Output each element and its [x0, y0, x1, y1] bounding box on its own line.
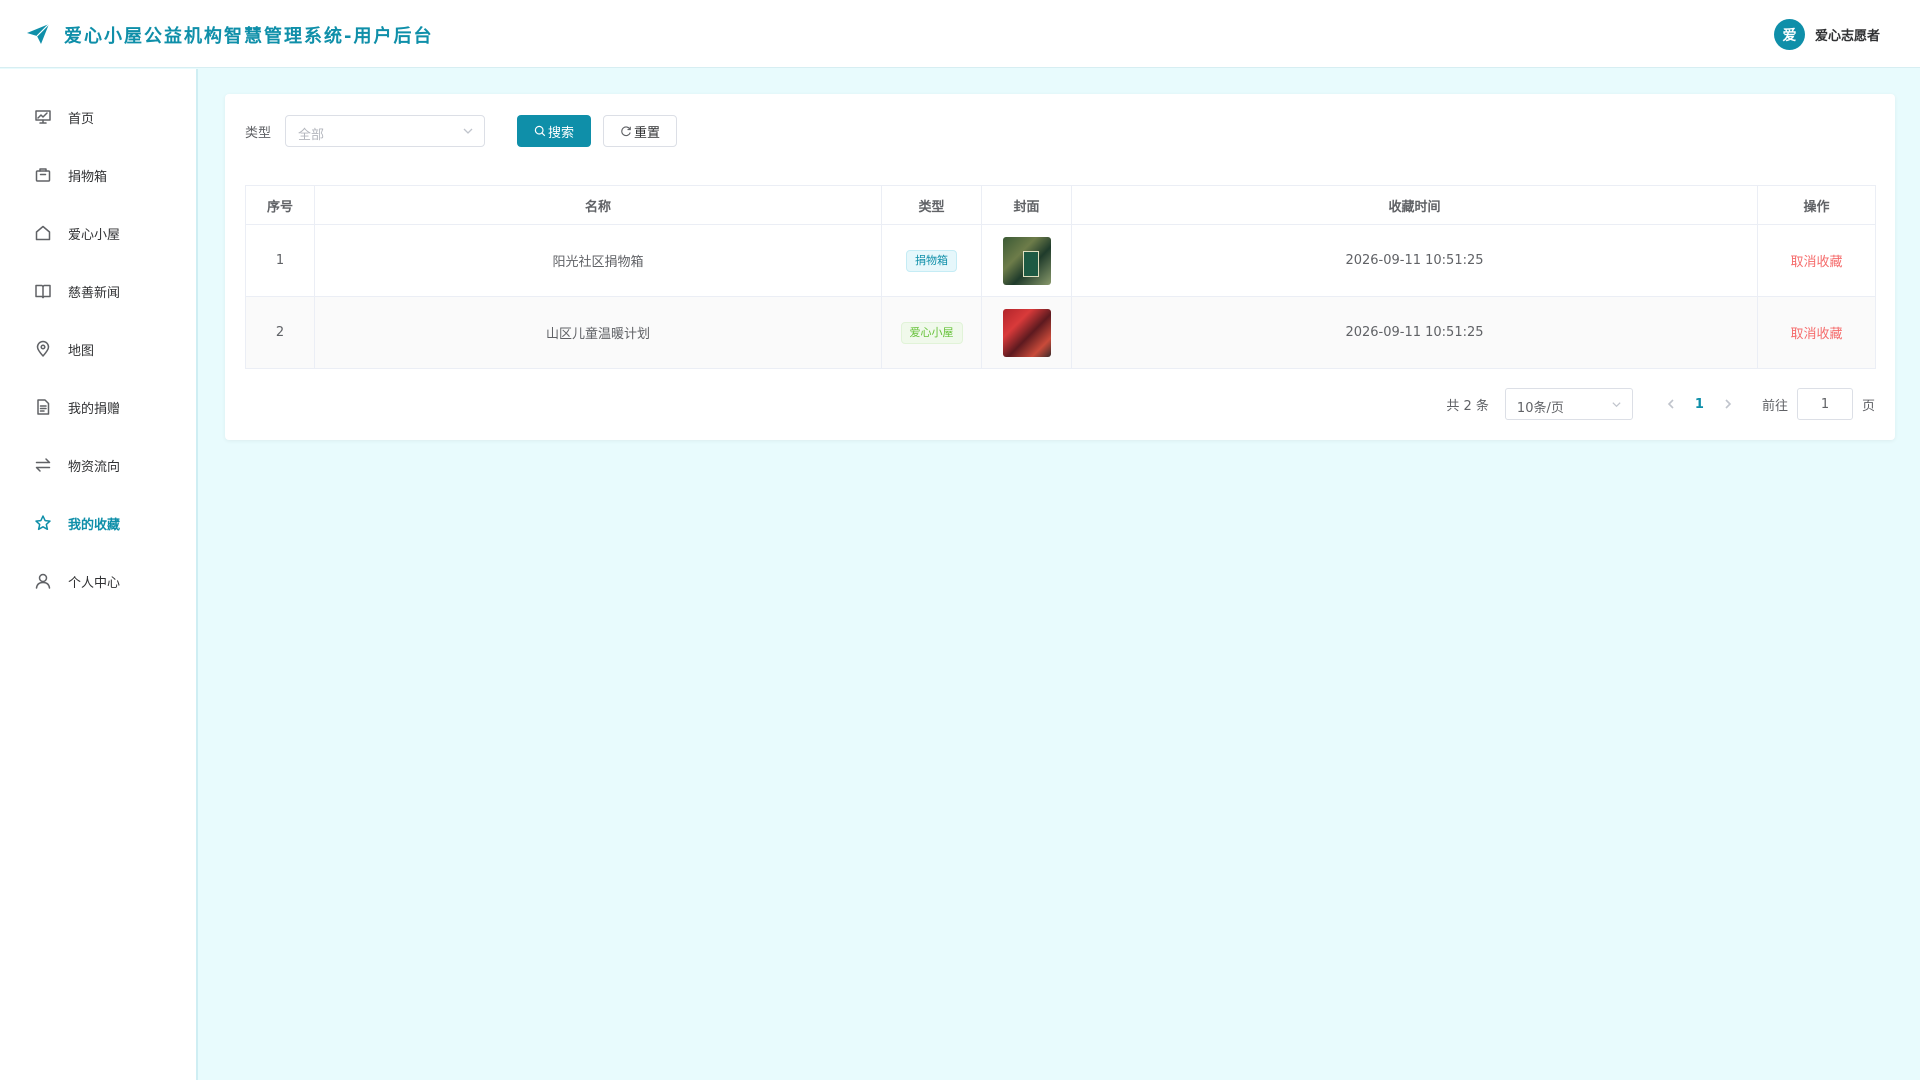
cell-name: 山区儿童温暖计划 — [314, 296, 882, 369]
sidebar-item-my-donations[interactable]: 我的捐赠 — [0, 385, 196, 429]
type-filter-label: 类型 — [245, 126, 272, 141]
avatar[interactable]: 爱 — [1773, 19, 1805, 50]
cell-cover — [981, 296, 1072, 369]
type-tag: 爱心小屋 — [900, 321, 963, 344]
goto-page-input[interactable] — [1796, 388, 1853, 420]
search-icon — [534, 125, 546, 137]
cell-action: 取消收藏 — [1757, 224, 1876, 297]
username[interactable]: 爱心志愿者 — [1815, 25, 1880, 44]
column-header-action: 操作 — [1757, 185, 1876, 225]
page-size-value: 10条/页 — [1516, 401, 1564, 416]
type-select-placeholder: 全部 — [298, 128, 325, 143]
chevron-left-icon — [1667, 399, 1674, 409]
column-header-collect-time: 收藏时间 — [1071, 185, 1758, 225]
cancel-favorite-link[interactable]: 取消收藏 — [1790, 327, 1842, 342]
document-icon — [34, 398, 52, 416]
cell-collect-time: 2026-09-11 10:51:25 — [1071, 224, 1758, 297]
cell-index: 2 — [245, 296, 315, 369]
cell-name: 阳光社区捐物箱 — [314, 224, 882, 297]
page-suffix: 页 — [1861, 398, 1875, 414]
type-select[interactable]: 全部 — [285, 115, 485, 147]
column-header-index: 序号 — [245, 185, 315, 225]
top-header: 爱心小屋公益机构智慧管理系统-用户后台 爱 爱心志愿者 — [0, 0, 1920, 68]
cell-type: 捐物箱 — [881, 224, 982, 297]
goto-label: 前往 — [1761, 398, 1788, 414]
favorites-card: 类型 全部 搜索 重置 序号 名称 类型 封面 收藏时间 操作 1 阳光社区捐物… — [225, 94, 1895, 440]
sidebar-item-label: 我的捐赠 — [68, 401, 121, 417]
sidebar-item-charity-news[interactable]: 慈善新闻 — [0, 269, 196, 313]
table-row: 1 阳光社区捐物箱 捐物箱 2026-09-11 10:51:25 取消收藏 — [245, 224, 1876, 297]
star-icon — [34, 514, 52, 532]
page-size-select[interactable]: 10条/页 — [1504, 388, 1633, 420]
cell-action: 取消收藏 — [1757, 296, 1876, 369]
app-title: 爱心小屋公益机构智慧管理系统-用户后台 — [64, 26, 434, 47]
sidebar-item-label: 首页 — [68, 111, 95, 127]
prev-page-button[interactable] — [1659, 392, 1683, 416]
column-header-cover: 封面 — [981, 185, 1072, 225]
sidebar-item-label: 捐物箱 — [68, 169, 108, 185]
refresh-icon — [621, 126, 631, 137]
sidebar-item-material-flow[interactable]: 物资流向 — [0, 443, 196, 487]
sidebar-item-label: 物资流向 — [68, 459, 121, 475]
page-number-current[interactable]: 1 — [1695, 397, 1704, 412]
chevron-right-icon — [1725, 399, 1732, 409]
sidebar-item-label: 地图 — [68, 343, 95, 359]
column-header-type: 类型 — [881, 185, 982, 225]
sidebar: 首页 捐物箱 爱心小屋 慈善新闻 地图 我的捐赠 物资流向 我的收藏 个人中心 — [0, 69, 198, 1080]
user-menu[interactable]: 爱 爱心志愿者 — [1773, 19, 1880, 50]
chart-board-icon — [34, 108, 52, 126]
sidebar-item-love-house[interactable]: 爱心小屋 — [0, 211, 196, 255]
location-icon — [34, 340, 52, 358]
user-icon — [34, 572, 52, 590]
favorites-table: 序号 名称 类型 封面 收藏时间 操作 1 阳光社区捐物箱 捐物箱 2026-0… — [245, 185, 1876, 369]
table-row: 2 山区儿童温暖计划 爱心小屋 2026-09-11 10:51:25 取消收藏 — [245, 296, 1876, 369]
sidebar-item-home[interactable]: 首页 — [0, 95, 196, 139]
sidebar-item-personal-center[interactable]: 个人中心 — [0, 559, 196, 603]
sidebar-item-map[interactable]: 地图 — [0, 327, 196, 371]
column-header-name: 名称 — [314, 185, 882, 225]
pagination: 共 2 条 10条/页 1 前往 页 — [1446, 388, 1875, 420]
cell-cover — [981, 224, 1072, 297]
cell-index: 1 — [245, 224, 315, 297]
reset-button-label: 重置 — [633, 125, 660, 141]
reset-button[interactable]: 重置 — [603, 115, 677, 147]
search-button[interactable]: 搜索 — [517, 115, 591, 147]
transfer-icon — [34, 456, 52, 474]
chevron-down-icon — [1612, 402, 1621, 408]
sidebar-item-donation-box[interactable]: 捐物箱 — [0, 153, 196, 197]
next-page-button[interactable] — [1716, 392, 1740, 416]
paper-plane-icon — [27, 23, 50, 44]
sidebar-item-label: 慈善新闻 — [68, 285, 121, 301]
cover-image[interactable] — [1002, 236, 1051, 285]
page-jumper: 前往 页 — [1762, 388, 1875, 420]
cell-type: 爱心小屋 — [881, 296, 982, 369]
cover-image[interactable] — [1002, 308, 1051, 357]
home-icon — [34, 224, 52, 242]
cell-collect-time: 2026-09-11 10:51:25 — [1071, 296, 1758, 369]
cancel-favorite-link[interactable]: 取消收藏 — [1790, 255, 1842, 270]
chevron-down-icon — [463, 128, 473, 134]
table-header-row: 序号 名称 类型 封面 收藏时间 操作 — [245, 185, 1876, 225]
sidebar-item-label: 个人中心 — [68, 575, 121, 591]
sidebar-item-label: 爱心小屋 — [68, 227, 121, 243]
sidebar-item-label: 我的收藏 — [68, 517, 121, 533]
search-button-label: 搜索 — [547, 125, 574, 141]
pagination-total: 共 2 条 — [1446, 398, 1489, 414]
sidebar-item-my-favorites[interactable]: 我的收藏 — [0, 501, 196, 545]
box-icon — [34, 166, 52, 184]
book-icon — [34, 282, 52, 300]
type-tag: 捐物箱 — [906, 249, 957, 272]
